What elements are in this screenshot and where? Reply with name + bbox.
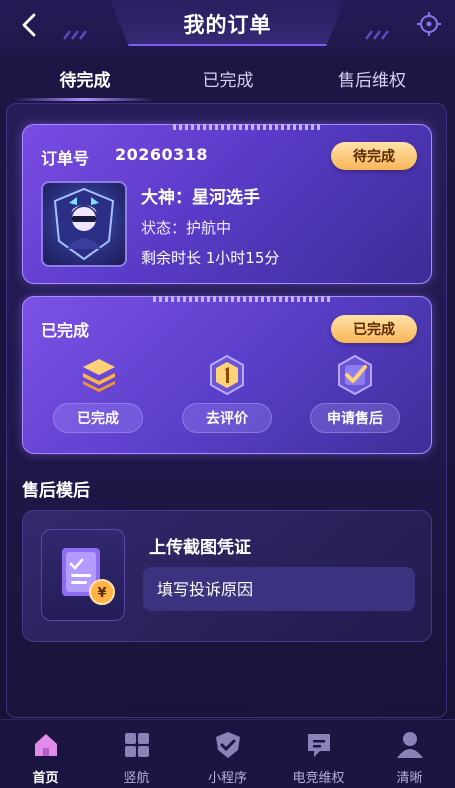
order-card[interactable]: 订单号 20260318 待完成 大神：星河选手 状态：护航中 剩余时长 1小时…	[22, 124, 432, 284]
card-decoration	[173, 124, 323, 130]
nav-label-grid: 竖航	[123, 771, 150, 786]
active-tab-indicator	[14, 98, 154, 101]
tab-completed[interactable]: 已完成	[153, 66, 303, 91]
home-icon	[35, 734, 57, 756]
gamer-avatar-icon	[53, 187, 115, 261]
nav-profile[interactable]: 清晰	[364, 720, 455, 788]
order-number-label: 订单号	[41, 149, 90, 168]
review-button[interactable]: 去评价	[182, 403, 272, 433]
document-payment-icon: ¥	[62, 548, 115, 605]
crosshair-icon[interactable]	[415, 10, 443, 38]
nav-label-mini-program: 小程序	[207, 771, 247, 786]
order-status: 状态：护航中	[141, 219, 232, 237]
after-sales-card: ¥ 上传截图凭证	[22, 510, 432, 642]
tab-pending[interactable]: 待完成	[10, 66, 160, 91]
upload-evidence-button[interactable]: ¥	[41, 529, 125, 621]
top-bar: 我的订单	[0, 0, 455, 56]
svg-text:¥: ¥	[97, 586, 106, 601]
order-tabs: 待完成 已完成 售后维权	[0, 58, 455, 102]
complaint-reason-input[interactable]	[143, 567, 415, 611]
nav-grid[interactable]: 竖航	[91, 720, 182, 788]
completed-card: 已完成 已完成 已完成 去评价 申请售后	[22, 296, 432, 454]
after-sales-request-button[interactable]: 申请售后	[310, 403, 400, 433]
nav-esports-rights[interactable]: 电竞维权	[273, 720, 364, 788]
grid-icon	[125, 733, 149, 757]
nav-label-esports-rights: 电竞维权	[292, 771, 345, 786]
avatar	[41, 181, 127, 267]
chat-icon	[308, 734, 330, 757]
completed-label: 已完成	[41, 321, 90, 340]
page-title: 我的订单	[183, 13, 272, 37]
bottom-nav: 首页 竖航 小程序 电竞维权 清晰	[0, 719, 455, 788]
nav-label-profile: 清晰	[396, 771, 423, 786]
layers-icon	[83, 359, 115, 392]
order-number: 20260318	[115, 145, 209, 164]
shield-check-icon	[216, 732, 240, 758]
nav-label-home: 首页	[32, 771, 59, 786]
tab-after-sales[interactable]: 售后维权	[297, 66, 447, 91]
completed-badge: 已完成	[331, 315, 417, 343]
upload-evidence-title: 上传截图凭证	[149, 538, 251, 558]
nav-mini-program[interactable]: 小程序	[182, 720, 273, 788]
remaining-time: 剩余时长 1小时15分	[141, 249, 280, 267]
rating-badge-icon	[210, 354, 244, 396]
completed-action-button[interactable]: 已完成	[53, 403, 143, 433]
nav-home[interactable]: 首页	[0, 720, 91, 788]
gamer-name: 大神：星河选手	[141, 188, 260, 208]
checkmark-icon	[338, 354, 372, 396]
after-sales-section-title: 售后模后	[22, 481, 90, 501]
card-decoration	[153, 296, 333, 302]
user-icon	[397, 732, 423, 758]
status-badge: 待完成	[331, 142, 417, 170]
